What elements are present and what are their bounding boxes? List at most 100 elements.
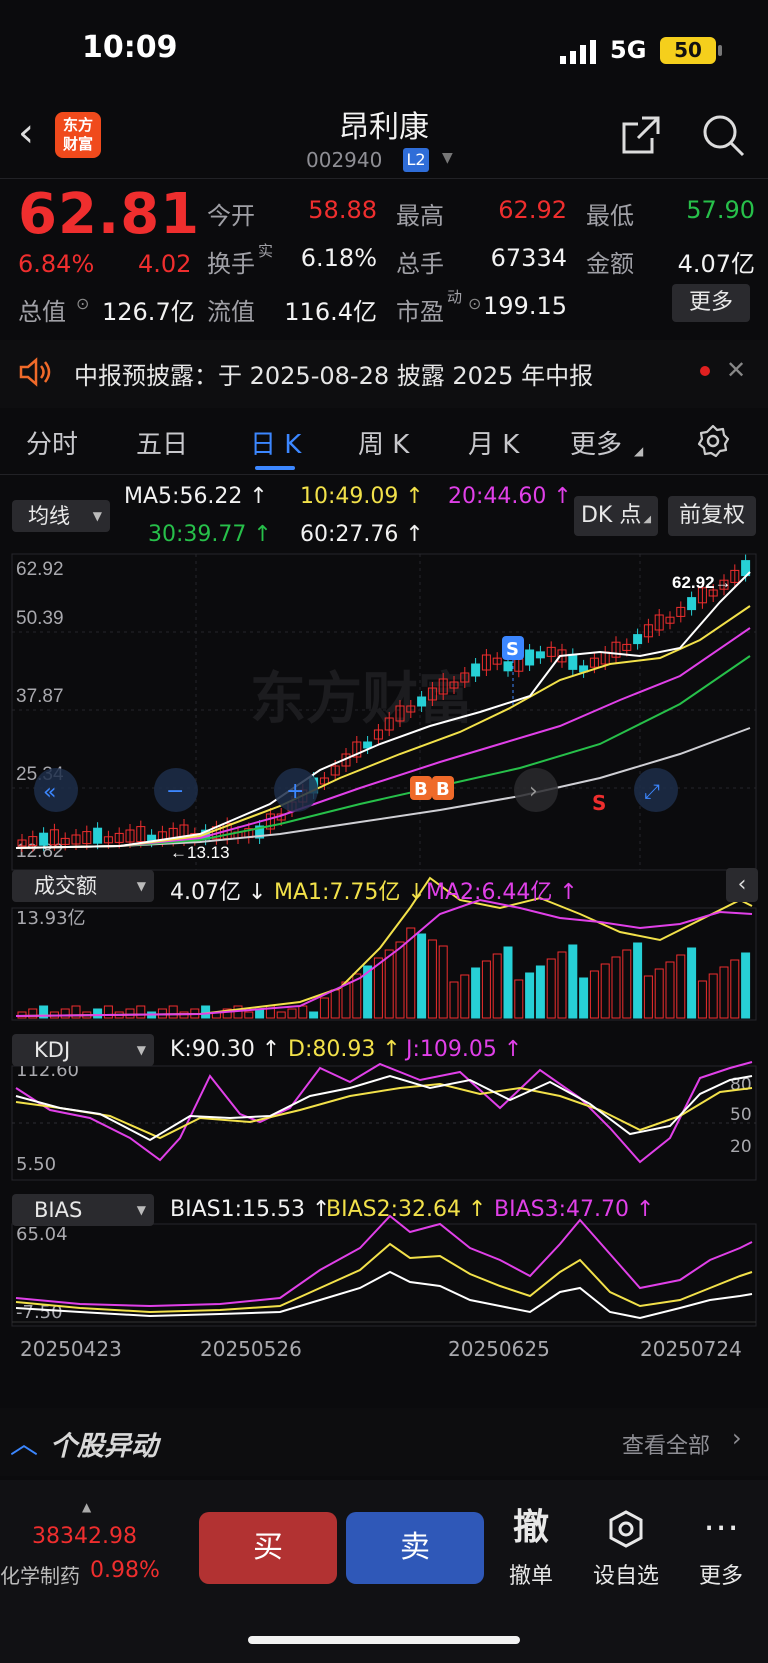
volume-indicator-dropdown[interactable]: 成交额 ▼ [12,870,154,902]
cancel-order-button[interactable]: 撤 撤单 [500,1504,562,1590]
header-divider [0,178,768,179]
candle [568,653,578,670]
volume-bar [298,1005,308,1019]
volume-bar [579,977,589,1019]
volume-bar [276,1011,286,1019]
chevron-down-icon: ▼ [136,1043,146,1057]
amount-label: 金额 [586,250,634,278]
sector-name[interactable]: 化学制药 [0,1560,80,1589]
chevron-down-icon: ▼ [92,509,102,523]
kline-chart-area[interactable]: 东方财富 62.92 50.39 37.87 25.34 12.82 62.92… [0,548,768,1408]
kdj-level-label: 50 [730,1105,752,1125]
sector-index-value[interactable]: 38342.98 [32,1524,137,1549]
chevron-down-icon[interactable]: ▼ [442,150,453,166]
volume-bar [697,980,707,1019]
volume-bar [417,933,427,1019]
level2-badge: L2 [403,148,429,172]
more-menu-button[interactable]: ⋯ 更多 [690,1504,752,1590]
scroll-left-glyph: « [43,780,56,805]
zoom-in-glyph: + [286,779,304,804]
volume-bar [438,945,448,1019]
pe-sup: 动 [447,288,463,306]
ma-dropdown[interactable]: 均线 ▼ [12,500,110,532]
battery-icon: 50 [660,37,716,64]
stock-code[interactable]: 002940 [306,148,382,172]
tab-more[interactable]: 更多 [570,424,622,461]
tab-daily-k[interactable]: 日 K [250,424,301,461]
gear-icon[interactable] [696,424,730,458]
buy-button[interactable]: 买 [199,1512,337,1584]
bias-indicator-dropdown[interactable]: BIAS ▼ [12,1194,154,1226]
chevron-right-icon[interactable]: › [732,1424,742,1452]
candle [525,649,535,666]
info-icon[interactable]: ⊙ [76,294,89,313]
tab-five-day[interactable]: 五日 [136,424,188,461]
change-percent: 6.84% [18,250,95,278]
sell-button[interactable]: 卖 [346,1512,484,1584]
dk-point-button[interactable]: DK 点 ◢ [574,496,658,536]
kdj-bottom-label: 5.50 [16,1154,56,1175]
notice-text[interactable]: 中报预披露：于 2025-08-28 披露 2025 年中报 [74,356,593,391]
back-icon[interactable]: ‹ [18,110,34,156]
volume-bar [676,954,686,1019]
date-axis-label: 20250724 [640,1337,742,1361]
volume-bar [633,942,643,1019]
stock-alerts-title: 个股异动 [50,1431,158,1462]
volume-bar [525,972,535,1019]
volume-bar [103,1005,113,1019]
ma5-value: MA5:56.22 ↑ [124,484,268,509]
volume-bar [125,1008,135,1019]
volume-bar [568,944,578,1019]
adjust-button[interactable]: 前复权 [668,496,756,536]
dk-point-label: DK 点 [580,503,642,528]
sector-change-percent: 0.98% [90,1558,160,1583]
cellular-signal-icon [560,40,596,64]
logo-text: 东方财富 [62,116,93,153]
period-tabs: 分时 五日 日 K 周 K 月 K 更多 ◢ [0,418,768,474]
ma20-value: 20:44.60 ↑ [448,484,572,509]
turnover-label: 换手 [207,250,255,278]
volume-bar [600,963,610,1019]
volume-bar [244,1011,254,1019]
volume-ma1: MA1:7.75亿 ↓ [274,880,426,905]
volume-bar [60,1008,70,1019]
add-watchlist-button[interactable]: 设自选 [584,1504,668,1590]
pe-value: 199.15 [483,292,567,320]
collapse-panel-icon[interactable]: ‹ [726,868,758,902]
volume-bar [330,989,340,1019]
date-axis-label: 20250625 [448,1337,550,1361]
buy-signal-glyph: B [436,779,450,800]
chevron-up-icon[interactable]: ︿ [10,1422,38,1462]
volume-bar [557,951,567,1019]
close-icon[interactable]: ✕ [726,356,746,384]
kdj-level-label: 20 [730,1137,752,1157]
tab-minute[interactable]: 分时 [26,424,78,461]
sell-signal-glyph: S [592,791,606,815]
ma10-value: 10:49.09 ↑ [300,484,424,509]
view-all-link[interactable]: 查看全部 [622,1428,710,1460]
market-cap-value: 126.7亿 [102,298,195,326]
status-time: 10:09 [82,30,178,65]
turnover-sup: 实 [258,242,274,260]
volume-bar [168,1005,178,1019]
volume-bar [395,941,405,1019]
fullscreen-glyph: ⤢ [644,779,660,803]
active-tab-indicator [255,466,295,470]
volume-top-label: 13.93亿 [16,908,86,929]
candle [535,651,545,659]
volume-bar [741,952,751,1019]
kdj-indicator-dropdown[interactable]: KDJ ▼ [12,1034,154,1066]
min-price-marker: ←13.13 [170,843,230,862]
volume-bar [503,946,513,1019]
tab-monthly-k[interactable]: 月 K [468,424,519,461]
tab-weekly-k[interactable]: 周 K [358,424,409,461]
search-icon[interactable] [700,112,746,158]
bias1-value: BIAS1:15.53 ↑ [170,1197,331,1222]
volume-bar [708,973,718,1019]
more-button[interactable]: 更多 [672,284,750,322]
chevron-down-icon: ▼ [136,879,146,893]
battery-tip [718,45,722,56]
share-icon[interactable] [618,112,664,158]
volume-ma2: MA2:6.44亿 ↑ [426,880,578,905]
ma30-value: 30:39.77 ↑ [148,522,272,547]
